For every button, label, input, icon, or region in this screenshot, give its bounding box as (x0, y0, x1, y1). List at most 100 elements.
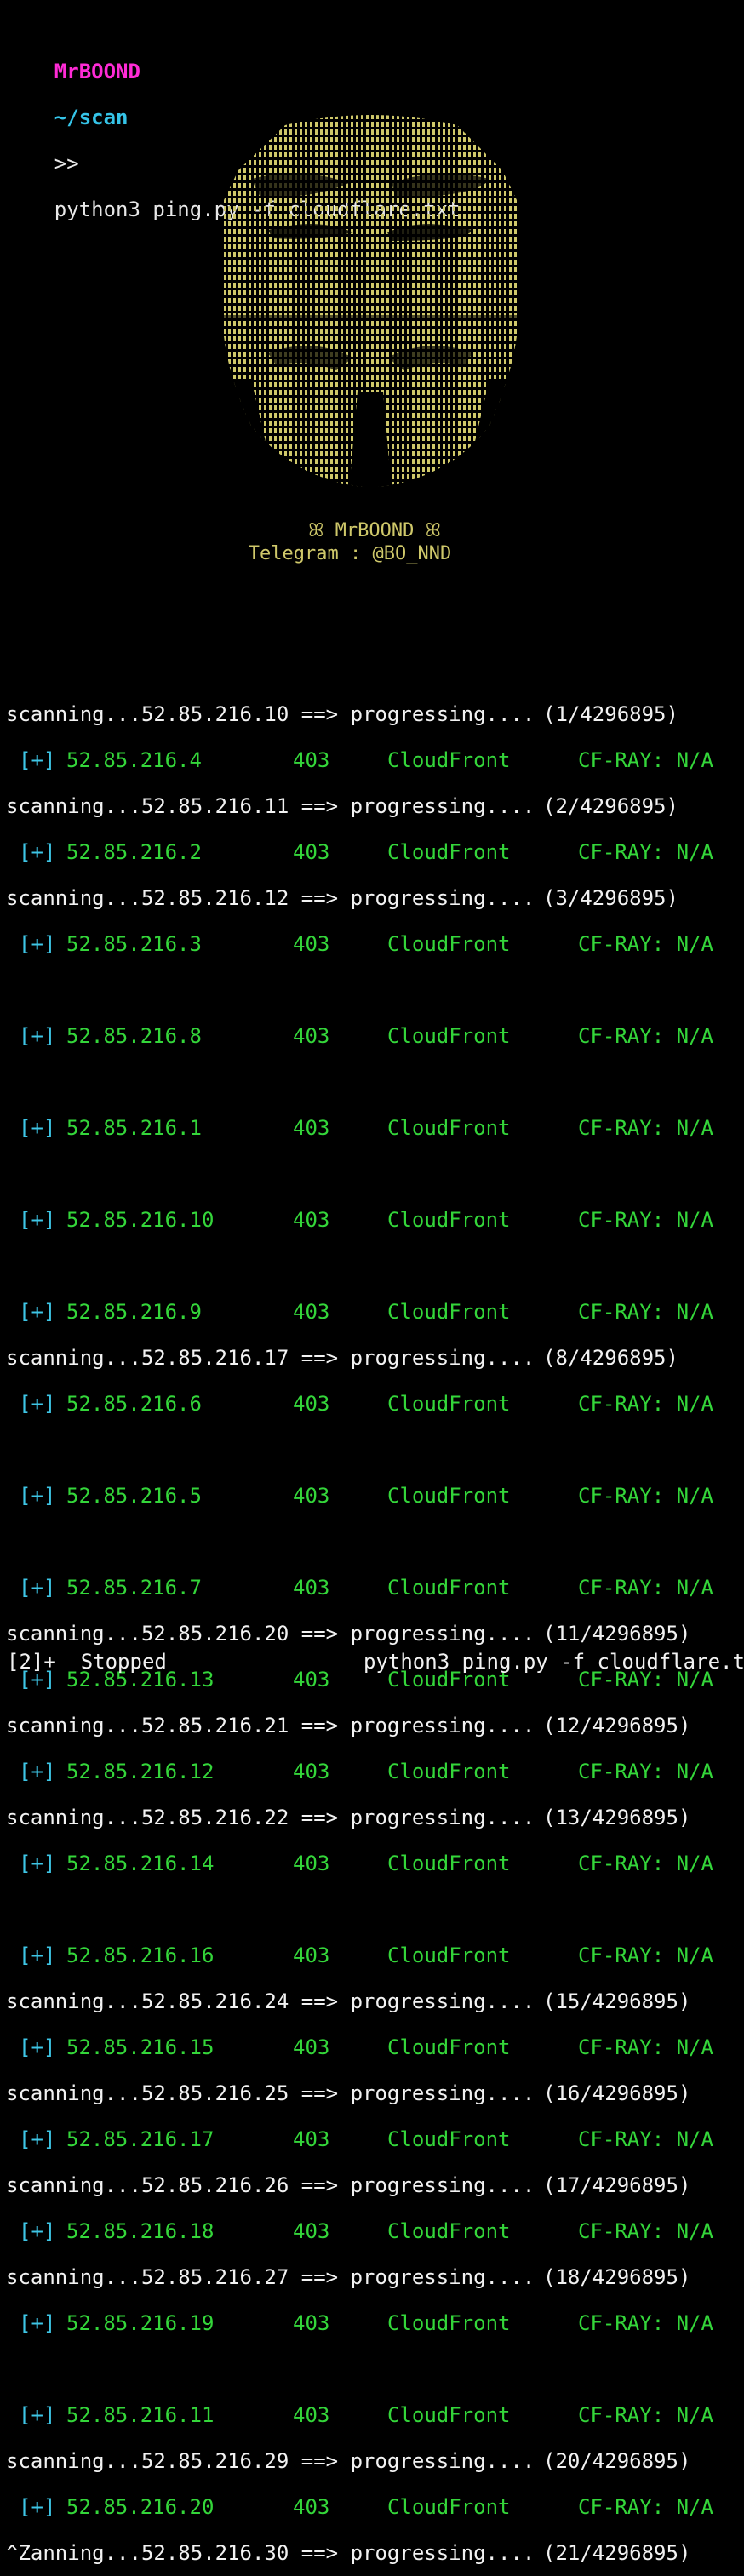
result-cfray: CF-RAY: N/A (578, 2035, 713, 2059)
result-server: CloudFront (387, 1943, 511, 1967)
result-cfray: CF-RAY: N/A (578, 2403, 713, 2427)
result-server: CloudFront (387, 1392, 511, 1416)
result-server: CloudFront (387, 1760, 511, 1783)
result-ip: 52.85.216.7 (66, 1576, 202, 1600)
terminal-window[interactable]: MrBOOND ~/scan >> python3 ping.py -f clo… (0, 0, 744, 2565)
scan-result-line: [+] 52.85.216.2 403 CloudFront CF-RAY: N/A (0, 829, 744, 875)
prompt-separator: >> (54, 152, 79, 175)
result-ip: 52.85.216.6 (66, 1392, 202, 1416)
result-cfray: CF-RAY: N/A (578, 1760, 713, 1783)
result-status: 403 (293, 2127, 330, 2151)
scan-progress-line: scanning...52.85.216.10 ==> progressing.… (0, 691, 744, 737)
anonymous-mask-ascii-art (224, 115, 517, 488)
result-plus-marker: [+] (19, 2035, 56, 2059)
result-plus-marker: [+] (19, 840, 56, 864)
scan-result-line: [+] 52.85.216.16 403 CloudFront CF-RAY: N/A (0, 1932, 744, 1978)
result-server: CloudFront (387, 1852, 511, 1875)
result-cfray: CF-RAY: N/A (578, 2127, 713, 2151)
result-server: CloudFront (387, 1484, 511, 1508)
result-server: CloudFront (387, 932, 511, 956)
result-cfray: CF-RAY: N/A (578, 1852, 713, 1875)
result-ip: 52.85.216.14 (66, 1852, 215, 1875)
result-cfray: CF-RAY: N/A (578, 2495, 713, 2519)
scan-progress-count: (3/4296895) (543, 886, 678, 910)
scan-progress-count: (8/4296895) (543, 1346, 678, 1370)
scan-progress-line: scanning...52.85.216.24 ==> progressing.… (0, 1978, 744, 2024)
scan-result-line: [+] 52.85.216.10 403 CloudFront CF-RAY: N/A (0, 1197, 744, 1243)
result-cfray: CF-RAY: N/A (578, 1943, 713, 1967)
scan-progress-line: scanning...52.85.216.17 ==> progressing.… (0, 1335, 744, 1381)
result-cfray: CF-RAY: N/A (578, 2219, 713, 2243)
result-server: CloudFront (387, 2495, 511, 2519)
scan-progress-count: (1/4296895) (543, 702, 678, 726)
result-status: 403 (293, 748, 330, 772)
result-plus-marker: [+] (19, 1116, 56, 1140)
result-status: 403 (293, 1576, 330, 1600)
result-ip: 52.85.216.2 (66, 840, 202, 864)
scan-progress-text: scanning...52.85.216.27 ==> progressing.… (6, 2265, 535, 2289)
result-cfray: CF-RAY: N/A (578, 1024, 713, 1048)
result-status: 403 (293, 2035, 330, 2059)
result-ip: 52.85.216.11 (66, 2403, 215, 2427)
result-status: 403 (293, 1760, 330, 1783)
result-ip: 52.85.216.4 (66, 748, 202, 772)
result-cfray: CF-RAY: N/A (578, 1300, 713, 1324)
result-ip: 52.85.216.8 (66, 1024, 202, 1048)
scan-progress-count: (20/4296895) (543, 2449, 691, 2473)
result-plus-marker: [+] (19, 1484, 56, 1508)
result-ip: 52.85.216.5 (66, 1484, 202, 1508)
result-server: CloudFront (387, 840, 511, 864)
result-cfray: CF-RAY: N/A (578, 840, 713, 864)
result-server: CloudFront (387, 2311, 511, 2335)
scan-progress-count: (16/4296895) (543, 2081, 691, 2105)
result-status: 403 (293, 1943, 330, 1967)
scan-result-line: [+] 52.85.216.9 403 CloudFront CF-RAY: N/A (0, 1289, 744, 1335)
scan-progress-count: (2/4296895) (543, 794, 678, 818)
scan-result-line: [+] 52.85.216.18 403 CloudFront CF-RAY: N/A (0, 2208, 744, 2254)
result-status: 403 (293, 1116, 330, 1140)
result-ip: 52.85.216.9 (66, 1300, 202, 1324)
scan-progress-line: ^Zanning...52.85.216.30 ==> progressing.… (0, 2530, 744, 2576)
result-server: CloudFront (387, 2127, 511, 2151)
scan-progress-line: scanning...52.85.216.11 ==> progressing.… (0, 783, 744, 829)
result-status: 403 (293, 2311, 330, 2335)
result-status: 403 (293, 1392, 330, 1416)
scan-progress-line: scanning...52.85.216.22 ==> progressing.… (0, 1795, 744, 1840)
result-ip: 52.85.216.1 (66, 1116, 202, 1140)
result-ip: 52.85.216.19 (66, 2311, 215, 2335)
scan-result-line: [+] 52.85.216.12 403 CloudFront CF-RAY: N/A (0, 1749, 744, 1795)
result-plus-marker: [+] (19, 1024, 56, 1048)
scan-progress-line: scanning...52.85.216.26 ==> progressing.… (0, 2162, 744, 2208)
scan-progress-text: ^Zanning...52.85.216.30 ==> progressing.… (6, 2541, 535, 2565)
result-ip: 52.85.216.15 (66, 2035, 215, 2059)
result-status: 403 (293, 1208, 330, 1232)
result-plus-marker: [+] (19, 1392, 56, 1416)
result-ip: 52.85.216.20 (66, 2495, 215, 2519)
result-ip: 52.85.216.17 (66, 2127, 215, 2151)
result-ip: 52.85.216.10 (66, 1208, 215, 1232)
job-stopped-label: [2]+ Stopped (7, 1650, 167, 1674)
scan-progress-text: scanning...52.85.216.24 ==> progressing.… (6, 1989, 535, 2013)
result-server: CloudFront (387, 1208, 511, 1232)
scan-result-line: [+] 52.85.216.4 403 CloudFront CF-RAY: N/A (0, 737, 744, 783)
scan-progress-line: scanning...52.85.216.25 ==> progressing.… (0, 2070, 744, 2116)
scan-result-line: [+] 52.85.216.5 403 CloudFront CF-RAY: N/A (0, 1473, 744, 1519)
result-plus-marker: [+] (19, 932, 56, 956)
result-status: 403 (293, 2219, 330, 2243)
banner-name: ꕤ MrBOOND ꕤ (308, 520, 441, 541)
scan-result-line: [+] 52.85.216.7 403 CloudFront CF-RAY: N/A (0, 1565, 744, 1611)
result-server: CloudFront (387, 1116, 511, 1140)
scan-result-line: [+] 52.85.216.11 403 CloudFront CF-RAY: N/A (0, 2392, 744, 2438)
result-cfray: CF-RAY: N/A (578, 2311, 713, 2335)
scan-result-line: [+] 52.85.216.1 403 CloudFront CF-RAY: N/A (0, 1105, 744, 1151)
result-plus-marker: [+] (19, 2311, 56, 2335)
scan-progress-count: (12/4296895) (543, 1714, 691, 1737)
result-ip: 52.85.216.12 (66, 1760, 215, 1783)
result-status: 403 (293, 1300, 330, 1324)
